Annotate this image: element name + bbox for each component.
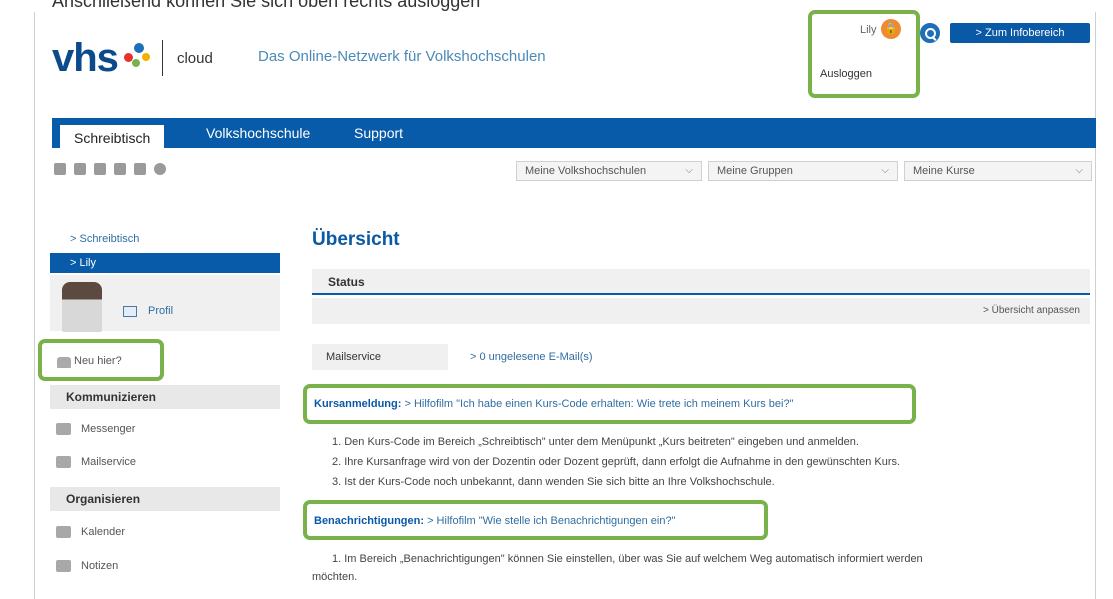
logo-wordmark: vhs <box>52 36 119 80</box>
search-icon[interactable] <box>920 23 940 43</box>
mail-icon <box>56 456 71 468</box>
toolbar <box>54 163 166 175</box>
avatar <box>62 282 102 332</box>
print-icon[interactable] <box>134 163 146 175</box>
logout-link[interactable]: Ausloggen <box>820 68 872 80</box>
benach-step-1-cont: möchten. <box>312 571 358 583</box>
sidebar-item-neu-hier[interactable]: Neu hier? <box>74 355 122 367</box>
user-name[interactable]: Lily <box>860 24 877 36</box>
sidebar-item-kalender[interactable]: Kalender <box>56 526 125 538</box>
sidebar-item-profil[interactable]: Profil <box>148 305 173 317</box>
tab-volkshochschule[interactable]: Volkshochschule <box>206 118 310 148</box>
chevron-down-icon: ⌵ <box>685 165 693 176</box>
sidebar-item-mailservice[interactable]: Mailservice <box>56 456 136 468</box>
adjust-row: > Übersicht anpassen <box>312 298 1090 324</box>
select-kurse[interactable]: Meine Kurse ⌵ <box>904 161 1092 181</box>
uebersicht-anpassen-link[interactable]: > Übersicht anpassen <box>983 305 1080 316</box>
document-icon[interactable] <box>74 163 86 175</box>
tab-support[interactable]: Support <box>354 118 403 148</box>
chevron-down-icon: ⌵ <box>881 165 889 176</box>
kursanmeldung-line: Kursanmeldung: > Hilfofilm "Ich habe ein… <box>314 398 794 410</box>
sitemap-icon[interactable] <box>54 163 66 175</box>
select-volkshochschulen[interactable]: Meine Volkshochschulen ⌵ <box>516 161 702 181</box>
select-gruppen-label: Meine Gruppen <box>717 165 793 177</box>
sidebar-heading-kommunizieren: Kommunizieren <box>50 385 280 409</box>
chat-icon <box>56 423 71 435</box>
tagline: Das Online-Netzwerk für Volkshochschulen <box>258 48 546 65</box>
sidebar-item-label: Messenger <box>81 423 136 435</box>
select-volkshochschulen-label: Meine Volkshochschulen <box>525 165 647 177</box>
logo-separator <box>161 40 163 76</box>
notes-icon <box>56 560 71 572</box>
sidebar-item-label: Kalender <box>81 526 126 538</box>
sidebar-item-label: Notizen <box>81 560 119 572</box>
kurs-step-2: 2. Ihre Kursanfrage wird von der Dozenti… <box>332 456 901 468</box>
sidebar-crumb-schreibtisch[interactable]: > Schreibtisch <box>70 233 139 245</box>
sidebar-item-label: Mailservice <box>81 456 137 468</box>
help-icon[interactable] <box>154 163 166 175</box>
page-title: Übersicht <box>312 229 400 250</box>
sidebar-item-user[interactable]: > Lily <box>50 253 280 273</box>
tab-schreibtisch[interactable]: Schreibtisch <box>60 122 165 148</box>
benach-step-1: 1. Im Bereich „Benachrichtigungen" könne… <box>332 553 923 565</box>
chevron-down-icon: ⌵ <box>1075 165 1083 176</box>
unread-mail-link[interactable]: > 0 ungelesene E-Mail(s) <box>470 351 593 363</box>
main-nav: Schreibtisch Volkshochschule Support <box>52 118 1096 148</box>
profile-card-icon <box>123 306 137 317</box>
sidebar-item-messenger[interactable]: Messenger <box>56 423 135 435</box>
kursanmeldung-label: Kursanmeldung: <box>314 398 402 410</box>
status-header: Status <box>312 269 1090 295</box>
kurs-step-3: 3. Ist der Kurs-Code noch unbekannt, dan… <box>332 476 775 488</box>
kurs-step-1: 1. Den Kurs-Code im Bereich „Schreibtisc… <box>332 436 859 448</box>
logo-dots-icon <box>122 39 152 69</box>
sidebar-item-notizen[interactable]: Notizen <box>56 560 118 572</box>
select-gruppen[interactable]: Meine Gruppen ⌵ <box>708 161 898 181</box>
logo-cloud-label: cloud <box>176 49 213 67</box>
export-icon[interactable] <box>94 163 106 175</box>
vhs-logo[interactable]: vhs cloud <box>52 36 213 80</box>
mailservice-label: Mailservice <box>312 344 448 370</box>
benachrichtigungen-line: Benachrichtigungen: > Hilfofilm "Wie ste… <box>314 515 675 527</box>
lock-icon[interactable]: 🔒 <box>881 19 901 39</box>
calendar-icon <box>56 526 71 538</box>
sidebar-heading-organisieren: Organisieren <box>50 487 280 511</box>
kursanmeldung-video-link[interactable]: > Hilfofilm "Ich habe einen Kurs-Code er… <box>404 398 793 410</box>
top-instruction-text: Anschließend können Sie sich oben rechts… <box>52 0 481 11</box>
select-kurse-label: Meine Kurse <box>913 165 975 177</box>
user-add-icon <box>57 357 71 368</box>
pdf-icon[interactable] <box>114 163 126 175</box>
benachrichtigungen-label: Benachrichtigungen: <box>314 515 425 527</box>
infobereich-button[interactable]: > Zum Infobereich <box>950 23 1090 43</box>
benachrichtigungen-video-link[interactable]: > Hilfofilm "Wie stelle ich Benachrichti… <box>427 515 675 527</box>
